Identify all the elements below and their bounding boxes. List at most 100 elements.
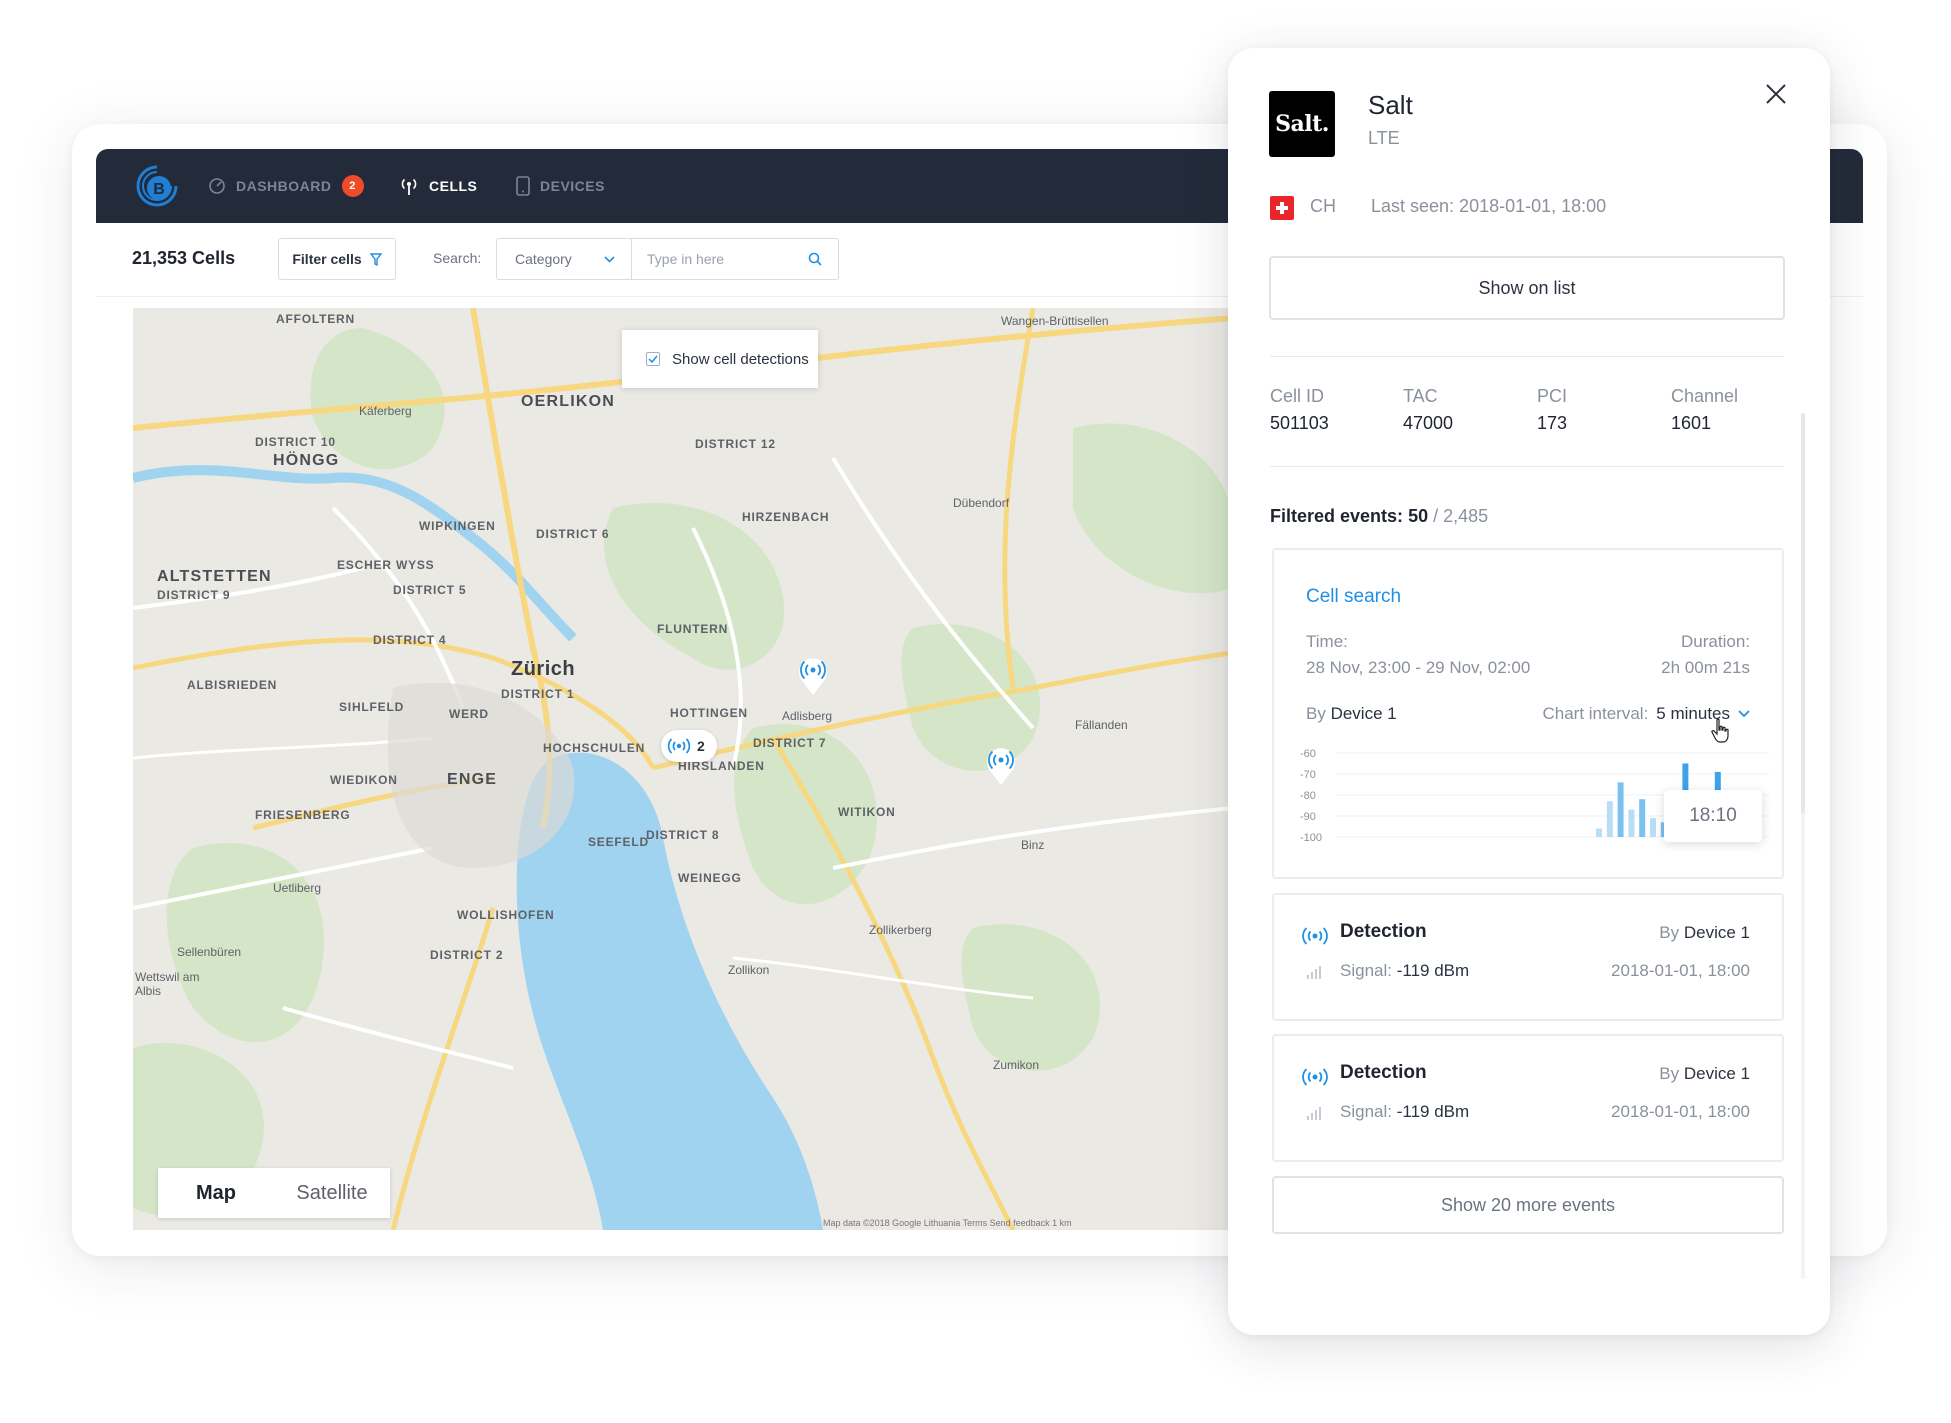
search-icon xyxy=(808,252,822,266)
meta-value: 501103 xyxy=(1270,413,1329,433)
app-logo[interactable]: B xyxy=(134,163,180,209)
map-label-albisrieden: ALBISRIEDEN xyxy=(187,678,278,692)
map-label-hongg: HÖNGG xyxy=(273,452,340,469)
map-label-zurich: Zürich xyxy=(511,658,576,680)
detection-card[interactable]: Detection By Device 1 Signal: -119 dBm 2… xyxy=(1272,1034,1784,1162)
search-input[interactable]: Type in here xyxy=(631,238,839,280)
meta-value: 1601 xyxy=(1671,413,1712,433)
map-label-zollikon: Zollikon xyxy=(728,963,770,977)
y-tick-label: -90 xyxy=(1300,811,1316,823)
map-label-weinegg: WEINEGG xyxy=(678,871,742,885)
map-type-toggle: Map Satellite xyxy=(158,1168,390,1218)
map-label-zumikon: Zumikon xyxy=(993,1058,1040,1072)
detection-title: Detection xyxy=(1340,1062,1427,1083)
map-label-district9: DISTRICT 9 xyxy=(157,588,231,602)
meta-tac: TAC 47000 xyxy=(1403,386,1453,434)
chart-bar[interactable] xyxy=(1628,809,1635,837)
chart-bar[interactable] xyxy=(1639,799,1646,837)
detection-signal: Signal: -119 dBm xyxy=(1340,1102,1469,1122)
signal-label: Signal: xyxy=(1340,961,1392,980)
nav-devices[interactable]: DEVICES xyxy=(516,149,605,223)
chart-bar[interactable] xyxy=(1596,828,1602,837)
map-label-district2: DISTRICT 2 xyxy=(430,948,504,962)
map-label-witikon: WITIKON xyxy=(838,805,896,819)
show-more-events-button[interactable]: Show 20 more events xyxy=(1272,1176,1784,1234)
map-label-uetliberg: Uetliberg xyxy=(273,881,322,895)
scrollbar-thumb[interactable] xyxy=(1801,413,1805,813)
cell-tower-marker[interactable] xyxy=(797,654,829,696)
map-type-satellite[interactable]: Satellite xyxy=(274,1182,390,1205)
chart-bar[interactable] xyxy=(1617,782,1624,837)
map-label-fluntern: FLUNTERN xyxy=(657,622,729,636)
cell-detail-panel: Salt. Salt LTE CH Last seen: 2018-01-01,… xyxy=(1228,48,1830,1335)
map-label-district7: DISTRICT 7 xyxy=(753,736,827,750)
operator-technology: LTE xyxy=(1368,128,1400,148)
divider xyxy=(1270,466,1784,467)
detection-date: 2018-01-01, 18:00 xyxy=(1611,961,1750,980)
map-view[interactable]: AFFOLTERN OERLIKON Käferberg DISTRICT 10… xyxy=(133,308,1233,1230)
filter-cells-label: Filter cells xyxy=(292,251,362,267)
map-label-escher: ESCHER WYSS xyxy=(337,558,435,572)
map-label-wettswil: Wettswil am Albis xyxy=(135,970,200,998)
meta-channel: Channel 1601 xyxy=(1671,386,1738,434)
signal-value: -119 dBm xyxy=(1396,961,1470,980)
map-label-district1: DISTRICT 1 xyxy=(501,687,575,701)
operator-name: Salt xyxy=(1368,90,1413,120)
operator-logo: Salt. xyxy=(1269,91,1335,157)
nav-dashboard[interactable]: DASHBOARD 2 xyxy=(208,149,364,223)
map-label-enge: ENGE xyxy=(447,771,498,788)
nav-cells[interactable]: CELLS xyxy=(399,149,477,223)
search-label: Search: xyxy=(433,250,482,266)
map-label-district12: DISTRICT 12 xyxy=(695,437,776,451)
cell-search-card: Cell search Time: Duration: 28 Nov, 23:0… xyxy=(1272,548,1784,879)
filtered-total: / 2,485 xyxy=(1433,506,1489,526)
map-type-map[interactable]: Map xyxy=(158,1182,274,1205)
map-attribution: Map data ©2018 Google Lithuania Terms Se… xyxy=(823,1218,1072,1228)
chart-bar[interactable] xyxy=(1606,801,1613,837)
map-label-seefeld: SEEFELD xyxy=(588,835,649,849)
last-seen: Last seen: 2018-01-01, 18:00 xyxy=(1371,196,1607,216)
detection-card[interactable]: Detection By Device 1 Signal: -119 dBm 2… xyxy=(1272,893,1784,1021)
meta-key: TAC xyxy=(1403,386,1438,406)
cell-cluster-marker[interactable]: 2 xyxy=(661,730,717,762)
detection-date: 2018-01-01, 18:00 xyxy=(1611,1102,1750,1121)
close-icon[interactable] xyxy=(1764,82,1788,106)
show-on-list-button[interactable]: Show on list xyxy=(1269,256,1785,320)
cell-tower-icon xyxy=(1302,927,1328,945)
map-label-wipkingen: WIPKINGEN xyxy=(419,519,496,533)
checkbox-checked-icon[interactable] xyxy=(646,352,660,366)
detection-by: By Device 1 xyxy=(1659,1064,1750,1084)
filter-cells-button[interactable]: Filter cells xyxy=(278,238,396,280)
country-code: CH xyxy=(1310,196,1336,216)
map-label-kaferberg: Käferberg xyxy=(359,404,412,418)
map-label-fallanden: Fällanden xyxy=(1075,718,1128,732)
cell-tower-marker[interactable] xyxy=(985,744,1017,786)
chart-bar[interactable] xyxy=(1650,818,1656,837)
show-cell-detections-toggle[interactable]: Show cell detections xyxy=(622,330,818,388)
signal-strength-icon xyxy=(1307,966,1321,979)
map-label-wangen: Wangen-Brüttisellen xyxy=(1001,314,1109,328)
map-label-sellenburen: Sellenbüren xyxy=(177,945,242,959)
detection-signal: Signal: -119 dBm xyxy=(1340,961,1469,981)
y-tick-label: -60 xyxy=(1300,748,1316,760)
divider xyxy=(1270,356,1784,357)
category-select[interactable]: Category xyxy=(496,238,632,280)
map-label-district6: DISTRICT 6 xyxy=(536,527,610,541)
device-icon xyxy=(516,176,530,196)
category-value: Category xyxy=(515,251,572,267)
meta-value: 173 xyxy=(1537,413,1568,433)
map-label-hottingen: HOTTINGEN xyxy=(670,706,748,720)
panel-scrollbar[interactable] xyxy=(1801,413,1805,1279)
signal-label: Signal: xyxy=(1340,1102,1392,1121)
map-label-werd: WERD xyxy=(449,707,489,721)
nav-cells-label: CELLS xyxy=(429,178,478,194)
map-label-affoltern: AFFOLTERN xyxy=(276,312,355,326)
detection-title: Detection xyxy=(1340,921,1427,942)
map-label-zollikerberg: Zollikerberg xyxy=(869,923,932,937)
map-label-wiedikon: WIEDIKON xyxy=(330,773,398,787)
chart-tooltip: 18:10 xyxy=(1664,790,1762,842)
map-label-district4: DISTRICT 4 xyxy=(373,633,447,647)
by-label: By xyxy=(1659,923,1680,942)
map-label-binz: Binz xyxy=(1021,838,1045,852)
by-label: By xyxy=(1659,1064,1680,1083)
